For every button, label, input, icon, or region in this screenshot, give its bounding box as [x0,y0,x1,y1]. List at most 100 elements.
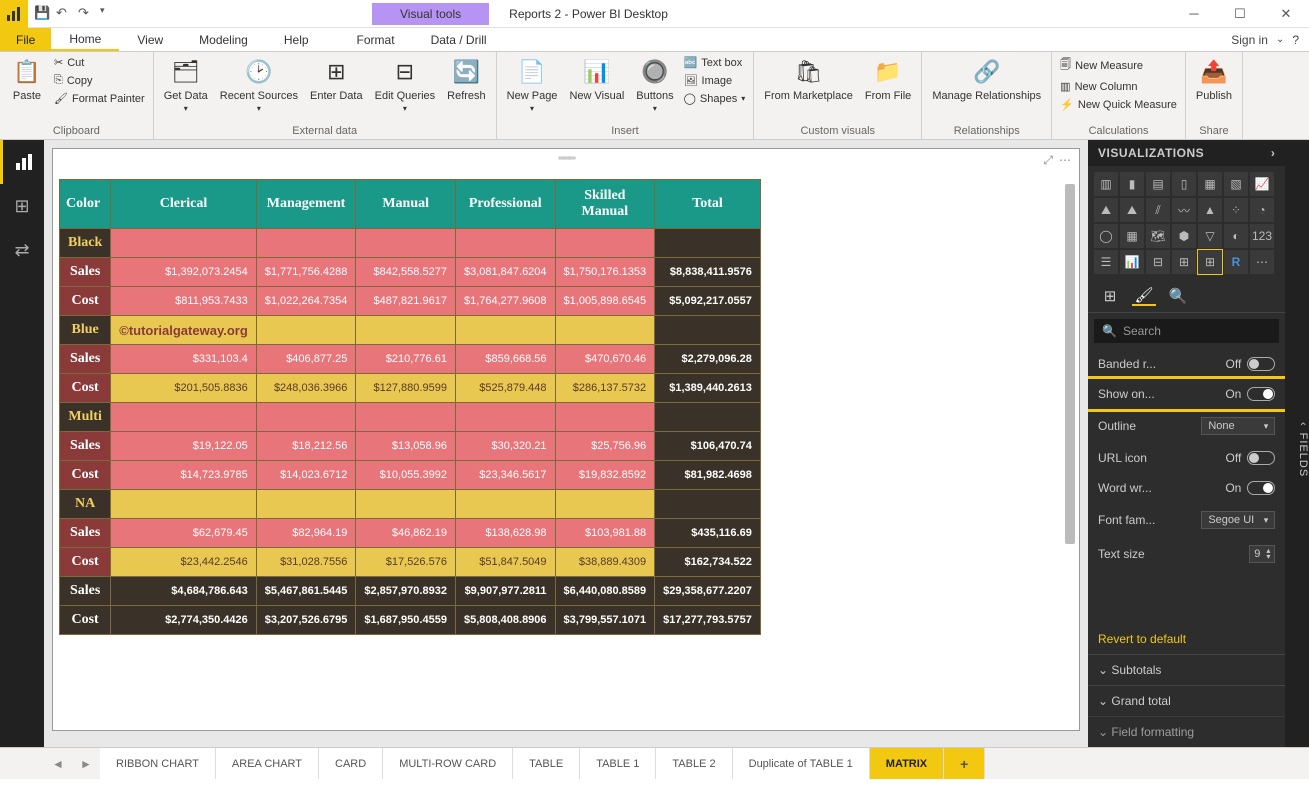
home-tab[interactable]: Home [51,28,119,51]
stacked-column-icon[interactable]: ▮ [1120,172,1144,196]
datadrill-tab[interactable]: Data / Drill [413,28,505,51]
row-header[interactable]: Cost [60,606,111,635]
format-tab[interactable]: Format [339,28,413,51]
toggle[interactable] [1247,357,1275,371]
slicer-icon[interactable]: ⊟ [1146,250,1170,274]
pie-icon[interactable]: ◔ [1250,198,1274,222]
row-header[interactable]: Sales [60,519,111,548]
column-header[interactable]: Manual [356,180,456,229]
group-header[interactable]: Black [60,229,111,258]
clustered-column-icon[interactable]: ▯ [1172,172,1196,196]
stacked-bar-icon[interactable]: ▥ [1094,172,1118,196]
paste-button[interactable]: 📋Paste [4,54,50,104]
page-tab[interactable]: TABLE 2 [656,748,732,779]
group-header[interactable]: NA [60,490,111,519]
visualizations-header[interactable]: VISUALIZATIONS› [1088,140,1285,166]
qat-dropdown-icon[interactable]: ▾ [100,6,116,22]
modeling-tab[interactable]: Modeling [181,28,266,51]
publish-button[interactable]: 📤Publish [1190,54,1238,104]
revert-default-link[interactable]: Revert to default [1088,624,1285,654]
row-header[interactable]: Sales [60,258,111,287]
toggle[interactable] [1247,451,1275,465]
donut-icon[interactable]: ◯ [1094,224,1118,248]
line-column-icon[interactable]: ⫽ [1146,198,1170,222]
multirow-card-icon[interactable]: ☰ [1094,250,1118,274]
from-file-button[interactable]: 📁From File [859,54,917,104]
card-icon[interactable]: 123 [1250,224,1274,248]
page-tab[interactable]: AREA CHART [216,748,319,779]
cut-button[interactable]: ✂Cut [50,54,149,71]
group-header[interactable]: Multi [60,403,111,432]
group-header[interactable]: Blue [60,316,111,345]
fields-pane-collapsed[interactable]: ‹FIELDS [1285,140,1309,747]
report-view-button[interactable] [0,140,44,184]
kpi-icon[interactable]: 📊 [1120,250,1144,274]
funnel-icon[interactable]: ▽ [1198,224,1222,248]
manage-relationships-button[interactable]: 🔗Manage Relationships [926,54,1047,104]
column-header[interactable]: Color [60,180,111,229]
help-tab[interactable]: Help [266,28,327,51]
area-chart-icon[interactable]: ⛰ [1094,198,1118,222]
toggle[interactable] [1247,481,1275,495]
refresh-button[interactable]: 🔄Refresh [441,54,492,104]
row-header[interactable]: Cost [60,374,111,403]
format-painter-button[interactable]: 🖌Format Painter [50,90,149,107]
table-icon[interactable]: ⊞ [1172,250,1196,274]
column-header[interactable]: Clerical [111,180,257,229]
row-header[interactable]: Cost [60,548,111,577]
field-formatting-section[interactable]: ⌄ Field formatting [1088,716,1285,747]
file-tab[interactable]: File [0,28,51,51]
column-header[interactable]: Professional [455,180,555,229]
stacked-area-icon[interactable]: ⛰ [1120,198,1144,222]
format-pane-icon[interactable]: 🖌 [1132,286,1156,306]
close-button[interactable]: ✕ [1263,0,1309,28]
new-visual-button[interactable]: 📊New Visual [563,54,630,104]
edit-queries-button[interactable]: ⊟Edit Queries▾ [369,54,442,115]
fields-well-icon[interactable]: ⊞ [1098,286,1122,306]
gripper-icon[interactable]: ═══ [558,153,573,164]
row-header[interactable]: Sales [60,432,111,461]
scrollbar[interactable] [1065,184,1075,724]
page-tab[interactable]: RIBBON CHART [100,748,216,779]
copy-button[interactable]: ⎘Copy [50,72,149,89]
buttons-button[interactable]: 🔘Buttons▾ [630,54,679,115]
select[interactable]: Segoe UI▾ [1201,511,1275,529]
textbox-button[interactable]: 🔤Text box [680,54,750,71]
clustered-bar-icon[interactable]: ▤ [1146,172,1170,196]
minimize-button[interactable]: ─ [1171,0,1217,28]
data-view-button[interactable]: ⊞ [0,184,44,228]
shapes-button[interactable]: ◯Shapes▾ [680,90,750,107]
image-button[interactable]: 🖼Image [680,72,750,89]
grand-total-section[interactable]: ⌄ Grand total [1088,685,1285,716]
stacked-bar-100-icon[interactable]: ▦ [1198,172,1222,196]
row-header[interactable]: Sales [60,577,111,606]
report-canvas[interactable]: ═══ ⤢ ⋯ ColorClericalManagementManualPro… [44,140,1088,747]
column-header[interactable]: Skilled Manual [555,180,655,229]
subtotals-section[interactable]: ⌄ Subtotals [1088,654,1285,685]
maximize-button[interactable]: ☐ [1217,0,1263,28]
next-page-button[interactable]: ► [72,748,100,779]
more-visuals-icon[interactable]: ⋯ [1250,250,1274,274]
waterfall-icon[interactable]: ▲ [1198,198,1222,222]
enter-data-button[interactable]: ⊞Enter Data [304,54,369,104]
page-tab[interactable]: MATRIX [870,748,944,779]
column-header[interactable]: Total [655,180,761,229]
select[interactable]: None▾ [1201,417,1275,435]
r-visual-icon[interactable]: R [1224,250,1248,274]
save-icon[interactable]: 💾 [34,6,50,22]
matrix-visual[interactable]: ═══ ⤢ ⋯ ColorClericalManagementManualPro… [52,148,1080,731]
marketplace-button[interactable]: 🛍From Marketplace [758,54,859,104]
ribbon-icon[interactable]: 〰 [1172,198,1196,222]
row-header[interactable]: Cost [60,287,111,316]
row-header[interactable]: Cost [60,461,111,490]
column-header[interactable]: Management [256,180,356,229]
analytics-pane-icon[interactable]: 🔍 [1166,286,1190,306]
new-measure-button[interactable]: 🗐New Measure [1056,54,1181,77]
line-chart-icon[interactable]: 📈 [1250,172,1274,196]
undo-icon[interactable]: ↶ [56,6,72,22]
gauge-icon[interactable]: ◐ [1224,224,1248,248]
model-view-button[interactable]: ⇄ [0,228,44,272]
row-header[interactable]: Sales [60,345,111,374]
search-input[interactable]: 🔍Search [1094,319,1279,343]
matrix-icon[interactable]: ⊞ [1198,250,1222,274]
